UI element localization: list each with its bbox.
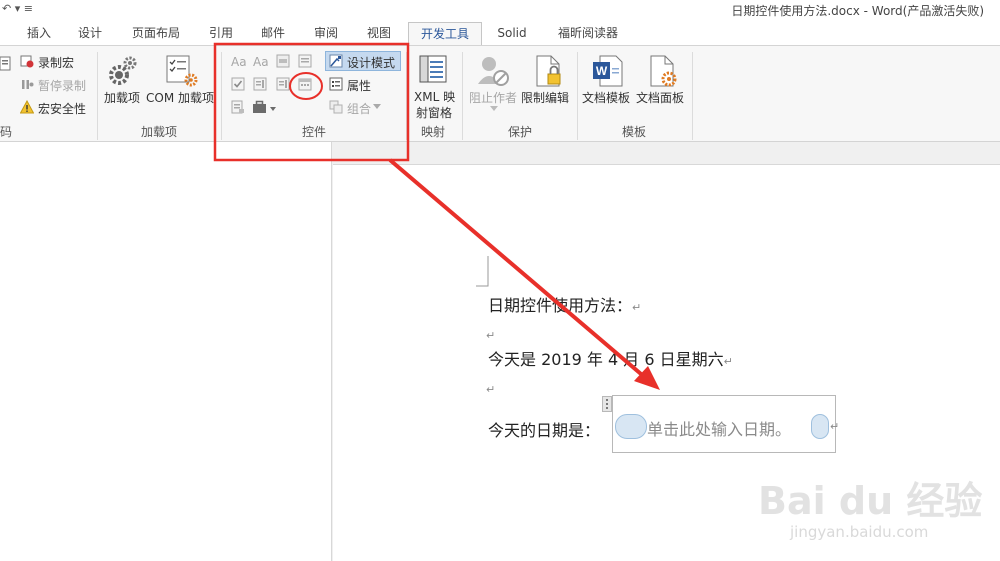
code-group-label: 码: [0, 125, 13, 139]
mapping-group-label: 映射: [421, 125, 446, 139]
chevron-down-icon: [490, 106, 498, 111]
paragraph-mark: ↵: [486, 329, 496, 342]
tab-review[interactable]: 审阅: [303, 22, 349, 46]
date-field-left-bracket: [615, 414, 647, 439]
combo-box-icon[interactable]: [253, 77, 267, 91]
tab-view[interactable]: 视图: [356, 22, 402, 46]
tab-references[interactable]: 引用: [198, 22, 244, 46]
record-macro-icon: [20, 55, 34, 68]
group-separator: [406, 52, 407, 140]
document-line-1-text: 日期控件使用方法：: [488, 296, 633, 315]
page-margin-marker: [476, 256, 489, 287]
rich-text-control-button[interactable]: Aa: [231, 55, 247, 69]
chevron-down-icon: [373, 104, 381, 109]
tab-insert[interactable]: 插入: [16, 22, 62, 46]
document-panel-icon: [650, 55, 677, 87]
macro-icon: [0, 56, 11, 71]
document-title: 日期控件使用方法.docx - Word(产品激活失败): [731, 4, 984, 18]
paragraph-mark: ↵: [632, 301, 642, 314]
content-control-handle[interactable]: [602, 396, 612, 412]
tab-mailings[interactable]: 邮件: [250, 22, 296, 46]
document-line-3-text: 今天是 2019 年 4 月 6 日星期六: [488, 350, 724, 369]
plain-text-control-button[interactable]: Aa: [253, 55, 269, 69]
paragraph-mark: ↵: [723, 355, 733, 368]
svg-text:W: W: [596, 64, 608, 78]
controls-group-label: 控件: [302, 125, 327, 139]
pause-icon: [22, 80, 34, 89]
pause-recording-button[interactable]: 暂停录制: [38, 77, 86, 94]
xml-mapping-line1[interactable]: XML 映: [414, 88, 455, 105]
tab-solid[interactable]: Solid: [488, 22, 536, 46]
macro-security-button[interactable]: 宏安全性: [38, 100, 86, 117]
checkbox-control-icon[interactable]: [231, 77, 245, 91]
warning-icon: [20, 100, 34, 114]
templates-group-label: 模板: [622, 125, 647, 139]
document-line-2[interactable]: ↵: [486, 324, 495, 343]
group-separator: [221, 52, 222, 140]
addins-group-label: 加载项: [141, 125, 178, 139]
word-document-icon: W: [593, 55, 623, 87]
tab-design[interactable]: 设计: [66, 22, 114, 46]
document-line-1[interactable]: 日期控件使用方法：↵: [488, 292, 641, 316]
xml-mapping-icon: [419, 55, 447, 83]
gear-icon: [109, 56, 137, 85]
tab-developer[interactable]: 开发工具: [408, 22, 482, 46]
building-block-icon[interactable]: [298, 54, 312, 68]
block-authors-icon: [478, 57, 509, 86]
document-panel-button[interactable]: 文档面板: [636, 89, 684, 106]
tab-page-layout[interactable]: 页面布局: [122, 22, 190, 46]
restrict-editing-button[interactable]: 限制编辑: [521, 89, 569, 106]
paragraph-mark: ↵: [486, 383, 496, 396]
document-line-3[interactable]: 今天是 2019 年 4 月 6 日星期六↵: [488, 346, 733, 370]
design-mode-label: 设计模式: [347, 56, 396, 70]
date-placeholder-text[interactable]: 单击此处输入日期。: [647, 416, 791, 440]
title-bar: ↶ ▾ ≡ 日期控件使用方法.docx - Word(产品激活失败) 插入 设计…: [0, 0, 1000, 46]
legacy-tools-icon[interactable]: [231, 100, 245, 114]
document-template-button[interactable]: 文档模板: [582, 89, 630, 106]
group-separator: [577, 52, 578, 140]
addins-button[interactable]: 加载项: [104, 89, 140, 106]
group-separator: [97, 52, 98, 140]
previous-page: [0, 142, 332, 561]
document-line-4[interactable]: ↵: [486, 378, 495, 397]
group-icon: [329, 100, 343, 114]
toolbox-icon[interactable]: [252, 100, 278, 114]
picture-control-icon[interactable]: [276, 54, 290, 68]
record-macro-button[interactable]: 录制宏: [38, 54, 74, 71]
dropdown-list-icon[interactable]: [276, 77, 290, 91]
quick-access-toolbar[interactable]: ↶ ▾ ≡: [2, 2, 33, 15]
design-mode-icon: [329, 54, 343, 68]
date-field-right-bracket: [811, 414, 829, 439]
com-addins-button[interactable]: COM 加载项: [146, 89, 214, 106]
com-addins-icon: [166, 55, 198, 87]
block-authors-button[interactable]: 阻止作者: [469, 89, 517, 106]
protect-group-label: 保护: [508, 125, 533, 139]
paragraph-mark: ↵: [830, 420, 840, 433]
properties-icon: [329, 77, 343, 91]
xml-mapping-line2[interactable]: 射窗格: [416, 104, 452, 121]
date-picker-icon[interactable]: [298, 77, 312, 91]
restrict-editing-icon: [536, 55, 561, 87]
document-line-5-prefix[interactable]: 今天的日期是：: [488, 417, 600, 441]
group-button[interactable]: 组合: [347, 100, 371, 117]
group-separator: [462, 52, 463, 140]
group-separator: [692, 52, 693, 140]
properties-button[interactable]: 属性: [347, 77, 371, 94]
baidu-watermark-logo: Bai du 经验: [758, 479, 983, 523]
tab-foxit-reader[interactable]: 福昕阅读器: [548, 22, 628, 46]
ribbon: 录制宏 暂停录制 宏安全性 码 加载项 COM 加载项 加载项 Aa Aa 设计…: [0, 45, 1000, 142]
baidu-watermark-url: jingyan.baidu.com: [790, 523, 929, 541]
